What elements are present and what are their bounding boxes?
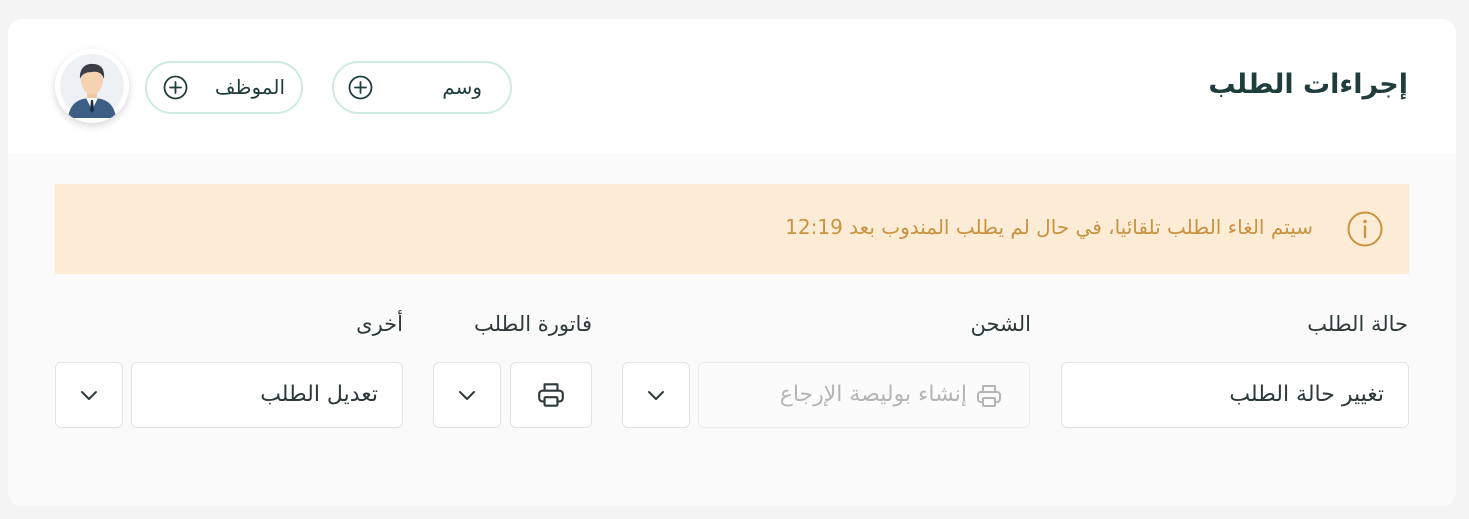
plus-circle-icon [348,75,373,100]
shipping-label: الشحن [970,312,1031,336]
shipping-dropdown-button[interactable] [622,362,690,428]
printer-icon [977,385,1001,407]
create-return-waybill-label: إنشاء بوليصة الإرجاع [779,382,967,407]
page-title: إجراءات الطلب [1208,69,1408,100]
chevron-down-icon [81,391,97,400]
add-tag-button[interactable]: وسم [332,61,512,114]
other-label: أخرى [356,312,403,336]
print-invoice-button[interactable] [510,362,592,428]
invoice-dropdown-button[interactable] [433,362,501,428]
order-status-select[interactable]: تغيير حالة الطلب [1061,362,1409,428]
add-tag-label: وسم [442,75,482,99]
card-header: إجراءات الطلب وسم الموظف [8,19,1456,154]
printer-icon [538,383,564,407]
plus-circle-icon [163,75,188,100]
other-dropdown-button[interactable] [55,362,123,428]
invoice-label: فاتورة الطلب [474,312,592,336]
auto-cancel-alert: سيتم الغاء الطلب تلقائيا، في حال لم يطلب… [55,184,1409,274]
chevron-down-icon [648,391,664,400]
staff-avatar[interactable] [55,49,129,123]
assign-staff-label: الموظف [214,75,285,99]
edit-order-label: تعديل الطلب [260,382,378,407]
user-avatar-icon [60,54,124,118]
edit-order-button[interactable]: تعديل الطلب [131,362,403,428]
order-status-value: تغيير حالة الطلب [1229,382,1384,407]
create-return-waybill-button[interactable]: إنشاء بوليصة الإرجاع [698,362,1030,428]
assign-staff-button[interactable]: الموظف [145,61,303,114]
chevron-down-icon [459,391,475,400]
alert-message: سيتم الغاء الطلب تلقائيا، في حال لم يطلب… [785,215,1313,239]
order-actions-card: إجراءات الطلب وسم الموظف سيتم الغاء الطل… [8,19,1456,506]
info-icon [1347,211,1383,247]
order-status-label: حالة الطلب [1307,312,1408,336]
